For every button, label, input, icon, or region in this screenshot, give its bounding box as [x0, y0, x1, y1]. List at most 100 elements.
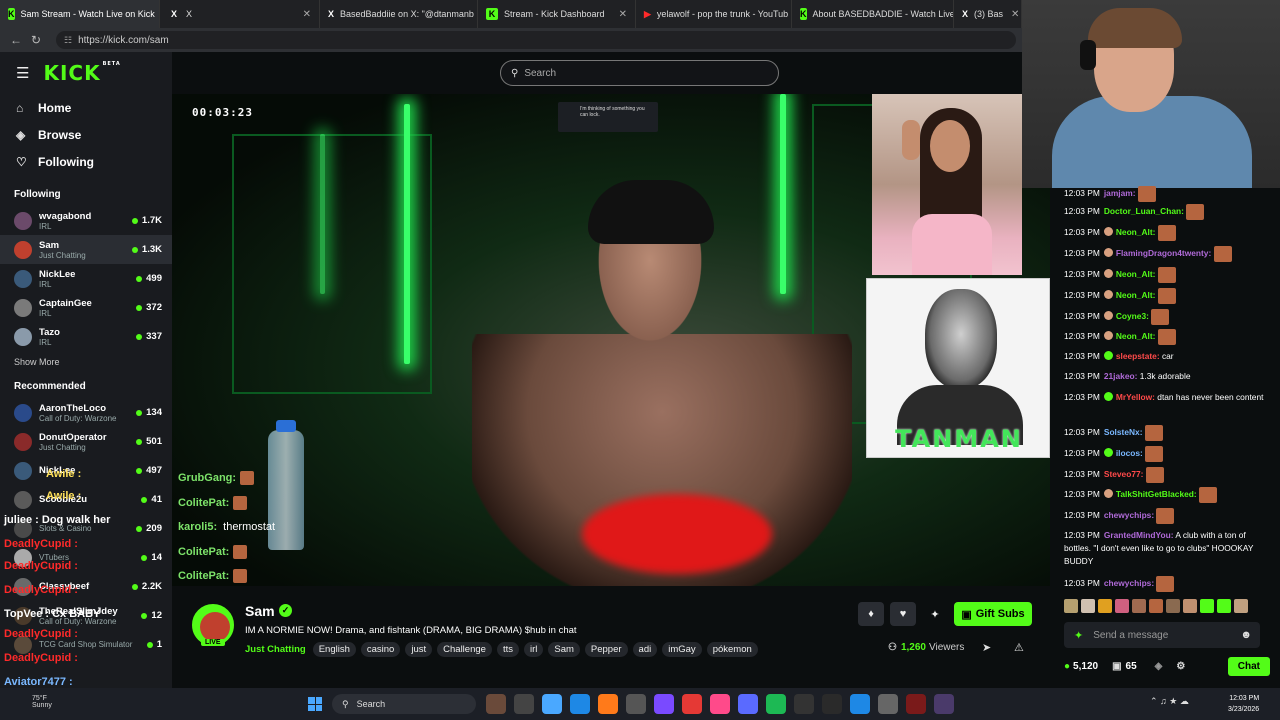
share-icon[interactable]: ➤ — [982, 641, 991, 654]
close-icon[interactable]: ✕ — [295, 9, 311, 20]
taskbar-app-icon[interactable] — [486, 694, 506, 714]
taskbar-app-icon[interactable] — [542, 694, 562, 714]
emote-icon[interactable] — [1081, 599, 1095, 613]
sidebar-item-home[interactable]: ⌂ Home — [0, 94, 172, 121]
taskbar-app-icon[interactable] — [514, 694, 534, 714]
search-input[interactable]: ⚲ Search — [500, 60, 779, 86]
taskbar-app-icon[interactable] — [822, 694, 842, 714]
channel-name[interactable]: Sam — [245, 603, 275, 619]
sidebar-channel[interactable]: wvagabond IRL 1.7K — [0, 206, 172, 235]
chat-username[interactable]: SolsteNx: — [1104, 427, 1143, 437]
chat-username[interactable]: jamjam: — [1104, 188, 1136, 198]
stream-tag[interactable]: pókemon — [706, 642, 758, 657]
taskbar-app-icon[interactable] — [766, 694, 786, 714]
chat-username[interactable]: Neon_Alt: — [1116, 331, 1156, 341]
emote-icon[interactable] — [1149, 599, 1163, 613]
taskbar-search[interactable]: ⚲ Search — [332, 694, 476, 714]
kick-logo[interactable]: KICK BETA — [43, 61, 120, 85]
chat-username[interactable]: TalkShitGetBlacked: — [1116, 489, 1197, 499]
chat-username[interactable]: Coyne3: — [1116, 311, 1149, 321]
chat-username[interactable]: sleepstate: — [1116, 351, 1160, 361]
taskbar-app-icon[interactable] — [570, 694, 590, 714]
browser-tab[interactable]: ▶yelawolf - pop the trunk - YouTub✕ — [636, 0, 792, 28]
emote-icon[interactable] — [1200, 599, 1214, 613]
taskbar-app-icon[interactable] — [738, 694, 758, 714]
emote-icon[interactable] — [1183, 599, 1197, 613]
chat-username[interactable]: Neon_Alt: — [1116, 290, 1156, 300]
sidebar-channel[interactable]: Tazo IRL 337 — [0, 322, 172, 351]
browser-tab[interactable]: X (3) Bas ✕ — [954, 0, 1022, 28]
settings-icon[interactable]: ⚙ — [1176, 661, 1185, 672]
stream-tag[interactable]: casino — [360, 642, 401, 657]
chat-username[interactable]: chewychips: — [1104, 510, 1154, 520]
url-field[interactable]: ☷ https://kick.com/sam — [56, 31, 1016, 49]
chat-send-button[interactable]: Chat — [1227, 656, 1270, 676]
browser-tab[interactable]: KAbout BASEDBADDIE - Watch Live✕ — [792, 0, 954, 28]
stream-tag[interactable]: adi — [632, 642, 658, 657]
chat-username[interactable]: ilocos: — [1116, 448, 1143, 458]
stream-tag[interactable]: irl — [523, 642, 544, 657]
sidebar-channel[interactable]: Sam Just Chatting 1.3K — [0, 235, 172, 264]
sidebar-channel[interactable]: AaronTheLoco Call of Duty: Warzone 134 — [0, 398, 172, 427]
emote-icon[interactable] — [1064, 599, 1078, 613]
taskbar-app-icon[interactable] — [878, 694, 898, 714]
taskbar-app-icon[interactable] — [934, 694, 954, 714]
follow-button[interactable]: ♥ — [890, 602, 916, 626]
browser-tab[interactable]: K Stream - Kick Dashboard ✕ — [478, 0, 636, 28]
sparkle-icon[interactable]: ✦ — [1074, 629, 1083, 642]
browser-tab[interactable]: KSam Stream - Watch Live on Kick✕ — [0, 0, 160, 28]
chat-username[interactable]: MrYellow: — [1116, 392, 1155, 402]
chat-username[interactable]: chewychips: — [1104, 578, 1154, 588]
taskbar-app-icon[interactable] — [682, 694, 702, 714]
stream-tag[interactable]: just — [405, 642, 433, 657]
emote-icon[interactable] — [1115, 599, 1129, 613]
taskbar-app-icon[interactable] — [906, 694, 926, 714]
reload-icon[interactable]: ↻ — [26, 33, 46, 47]
stream-tag[interactable]: imGay — [662, 642, 702, 657]
weather-widget[interactable]: 75°F Sunny — [32, 695, 52, 709]
notify-button[interactable]: ♦ — [858, 602, 884, 626]
sidebar-item-browse[interactable]: ◈ Browse — [0, 121, 172, 148]
chat-username[interactable]: Neon_Alt: — [1116, 227, 1156, 237]
back-icon[interactable]: ← — [6, 33, 26, 47]
stream-tag[interactable]: Pepper — [584, 642, 628, 657]
menu-icon[interactable]: ☰ — [16, 64, 29, 82]
stream-tag[interactable]: tts — [496, 642, 519, 657]
taskbar-app-icon[interactable] — [710, 694, 730, 714]
emoji-icon[interactable]: ☻ — [1240, 629, 1252, 641]
category-link[interactable]: Just Chatting — [245, 644, 306, 655]
taskbar-clock[interactable]: 12:03 PM 3/23/2026 — [1228, 693, 1259, 715]
stream-tag[interactable]: English — [312, 642, 356, 657]
chat-username[interactable]: Neon_Alt: — [1116, 269, 1156, 279]
taskbar-app-icon[interactable] — [794, 694, 814, 714]
settings-icon-2[interactable]: ◈ — [1155, 661, 1163, 672]
system-tray[interactable]: ⌃ ♫ ★ ☁ — [1150, 696, 1189, 707]
browser-tab[interactable]: XBasedBaddiie on X: "@dtanmanb✕ — [320, 0, 478, 28]
browser-tab[interactable]: X X ✕ — [160, 0, 320, 28]
chat-username[interactable]: 21jakeo: — [1104, 371, 1138, 381]
report-icon[interactable]: ⚠ — [1014, 641, 1024, 654]
taskbar-app-icon[interactable] — [626, 694, 646, 714]
chat-username[interactable]: GrantedMindYou: — [1104, 530, 1174, 540]
sidebar-channel[interactable]: Scoobie2u 41 — [0, 485, 172, 514]
gift-count[interactable]: 65 — [1126, 661, 1137, 672]
windows-start-icon[interactable] — [308, 697, 322, 711]
chat-username[interactable]: FlamingDragon4twenty: — [1116, 248, 1211, 258]
emote-icon[interactable] — [1217, 599, 1231, 613]
sidebar-channel[interactable]: CaptainGee IRL 372 — [0, 293, 172, 322]
chat-message-input[interactable]: ✦ Send a message ☻ — [1064, 622, 1260, 648]
sparkle-button[interactable]: ✦ — [922, 602, 948, 626]
show-more-link[interactable]: Show More — [0, 357, 172, 367]
sidebar-channel[interactable]: NickLee 497 — [0, 456, 172, 485]
taskbar-app-icon[interactable] — [654, 694, 674, 714]
close-icon[interactable]: ✕ — [1003, 9, 1019, 20]
sidebar-channel[interactable]: DonutOperator Just Chatting 501 — [0, 427, 172, 456]
stream-tag[interactable]: Challenge — [437, 642, 492, 657]
emote-icon[interactable] — [1132, 599, 1146, 613]
taskbar-app-icon[interactable] — [598, 694, 618, 714]
emote-icon[interactable] — [1166, 599, 1180, 613]
emote-quickbar[interactable] — [1064, 599, 1274, 615]
emote-icon[interactable] — [1098, 599, 1112, 613]
channel-points[interactable]: 5,120 — [1073, 661, 1098, 672]
emote-icon[interactable] — [1234, 599, 1248, 613]
